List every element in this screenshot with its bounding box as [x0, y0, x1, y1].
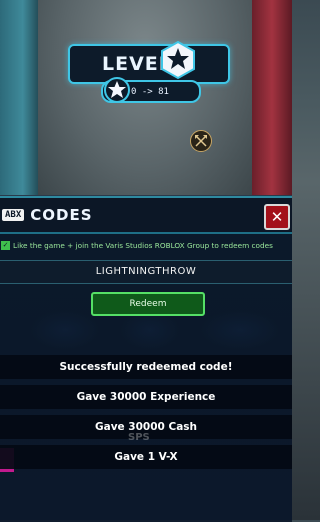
abx-badge: ABX	[2, 209, 25, 221]
close-icon: ✕	[270, 208, 284, 226]
sps-label: SPS	[128, 432, 150, 443]
codes-info-text: Like the game + join the Varis Studios R…	[13, 240, 273, 250]
level-star-badge-icon	[161, 40, 195, 80]
codes-info: ✓ Like the game + join the Varis Studios…	[0, 236, 292, 254]
notification-item: Gave 1 V-X	[0, 445, 292, 469]
notification-experience: Gave 30000 Experience	[0, 385, 292, 409]
level-banner: LEVEL	[68, 44, 230, 84]
codes-header: ABX CODES ✕	[0, 198, 292, 234]
crossed-axes-emblem-icon	[190, 130, 212, 152]
codes-title: CODES	[30, 206, 93, 224]
star-icon	[104, 77, 130, 103]
close-button[interactable]: ✕	[264, 204, 290, 230]
background-pillar-right	[252, 0, 292, 200]
redeem-button[interactable]: Redeem	[91, 292, 205, 316]
background-pillar-left	[0, 0, 38, 200]
checkbox-icon: ✓	[1, 240, 10, 250]
notification-redeemed: Successfully redeemed code!	[0, 355, 292, 379]
xp-text: 0 -> 81	[131, 86, 169, 97]
code-input[interactable]: LIGHTNINGTHROW	[0, 260, 292, 284]
